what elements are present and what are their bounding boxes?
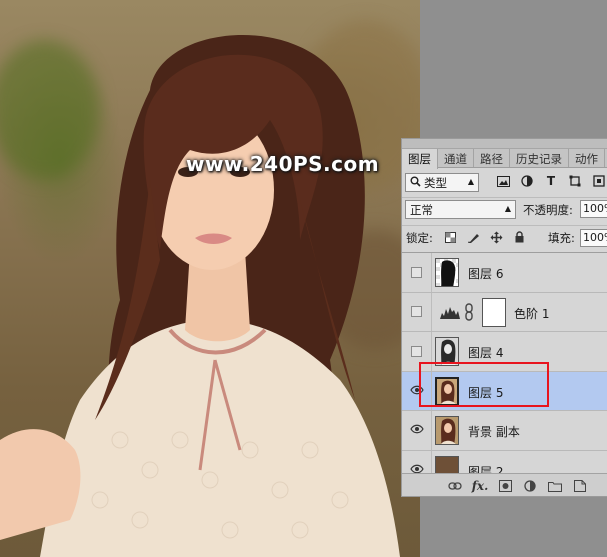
blend-mode-select[interactable]: 正常 ▲ [405,200,516,219]
portrait-photo [0,35,400,557]
layer-name[interactable]: 图层 6 [468,265,503,282]
add-mask-icon[interactable] [498,479,512,493]
layer-row[interactable]: 色阶 1 [402,292,607,332]
layer-thumbnail [435,416,459,445]
new-adjustment-layer-icon[interactable] [523,479,537,493]
opacity-input[interactable]: 100% [580,200,607,218]
blend-mode-value: 正常 [410,202,433,217]
layer-row[interactable]: 图层 6 [402,253,607,293]
lock-transparent-pixels-icon[interactable] [442,229,458,245]
panel-tabs: 图层 通道 路径 历史记录 动作 [402,149,607,169]
eye-icon [409,423,424,437]
type-filter-icon[interactable]: T [543,173,559,189]
tab-actions[interactable]: 动作 [569,149,605,167]
tab-paths[interactable]: 路径 [474,149,510,167]
filter-type-select[interactable]: 类型 ▲ [405,173,479,192]
chevron-updown-icon: ▲ [504,204,511,213]
panel-title-bar[interactable] [402,139,607,149]
lace-dress [40,320,400,557]
visibility-toggle[interactable] [402,411,432,450]
search-icon [410,176,421,190]
layers-panel-toolbar: fx. [402,473,607,496]
layer-filter-row: 类型 ▲ T [402,171,607,193]
opacity-label: 不透明度: [523,203,573,217]
hidden-checkbox-icon [411,306,422,318]
tab-channels[interactable]: 通道 [438,149,474,167]
blend-mode-row: 正常 ▲ 不透明度: 100% [402,197,607,221]
lock-label: 锁定: [406,231,433,245]
link-layers-icon[interactable] [448,479,462,493]
lock-all-icon[interactable] [511,229,527,245]
document-canvas[interactable] [0,0,420,557]
layer-mask-thumbnail[interactable] [482,297,506,327]
visibility-toggle[interactable] [402,292,432,331]
image-filter-icon[interactable] [495,173,511,189]
visibility-toggle[interactable] [402,253,432,292]
layers-panel: 图层 通道 路径 历史记录 动作 类型 ▲ T 正常 ▲ 不透明度: 100 锁… [401,138,607,497]
new-layer-icon[interactable] [573,479,587,493]
layer-style-fx-icon[interactable]: fx. [472,479,489,493]
chevron-updown-icon: ▲ [467,177,474,186]
tab-history[interactable]: 历史记录 [510,149,569,167]
layer-name[interactable]: 背景 副本 [468,423,520,440]
lock-image-pixels-icon[interactable] [465,229,481,245]
layer-thumbnail [435,258,459,287]
levels-histogram-icon [440,305,460,322]
site-watermark: www.240PS.com [186,152,380,176]
shape-filter-icon[interactable] [567,173,583,189]
tab-layers[interactable]: 图层 [402,149,438,169]
adjustment-filter-icon[interactable] [519,173,535,189]
smart-object-filter-icon[interactable] [591,173,607,189]
hidden-checkbox-icon [411,266,422,278]
layer-row[interactable]: 背景 副本 [402,411,607,451]
layer-name[interactable]: 色阶 1 [514,305,549,322]
layer-name[interactable]: 图层 4 [468,344,503,361]
mask-link-icon[interactable] [464,302,474,324]
lock-row: 锁定: 填充: 100% [402,225,607,249]
filter-type-label: 类型 [424,175,447,190]
lock-position-icon[interactable] [488,229,504,245]
annotation-highlight-box [419,362,549,407]
hidden-checkbox-icon [411,345,422,357]
fill-label: 填充: [548,231,575,245]
new-group-folder-icon[interactable] [548,479,562,493]
fill-input[interactable]: 100% [580,229,607,247]
